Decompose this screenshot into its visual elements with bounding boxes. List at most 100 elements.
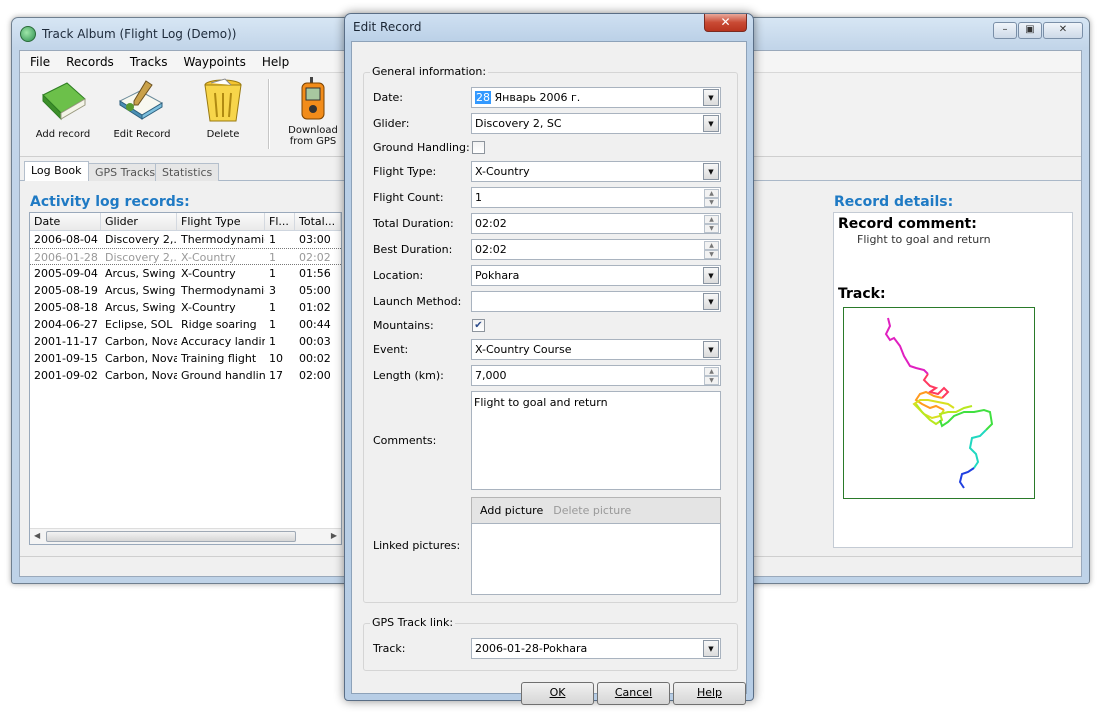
chevron-down-icon[interactable]: ▼ — [703, 163, 719, 180]
activity-log-title: Activity log records: — [30, 194, 190, 210]
minimize-button[interactable]: – — [993, 22, 1017, 39]
chevron-down-icon[interactable]: ▼ — [703, 115, 719, 132]
table-row[interactable]: 2001-09-15 Carbon, Nova Training flight 10 0… — [30, 350, 341, 367]
spin-up-icon[interactable]: ▲ — [704, 189, 719, 198]
gps-track-group-label: GPS Track link: — [370, 616, 456, 629]
spin-up-icon[interactable]: ▲ — [704, 241, 719, 250]
table-row[interactable]: 2004-06-27 Eclipse, SOL Ridge soaring 1 00:4… — [30, 316, 341, 333]
spin-up-icon[interactable]: ▲ — [704, 367, 719, 376]
glider-select[interactable]: Discovery 2, SC ▼ — [471, 113, 721, 134]
menu-help[interactable]: Help — [254, 55, 297, 69]
records-grid[interactable]: Date Glider Flight Type Fl... Total... 2… — [29, 212, 342, 545]
linked-pictures-list[interactable] — [471, 523, 721, 595]
table-cell: 01:56 — [299, 267, 331, 280]
track-heading: Track: — [838, 286, 886, 302]
add-record-label: Add record — [35, 129, 91, 140]
table-cell: 17 — [269, 369, 283, 382]
tab-gps-tracks[interactable]: GPS Tracks — [88, 163, 163, 182]
chevron-down-icon[interactable]: ▼ — [703, 89, 719, 106]
event-select[interactable]: X-Country Course ▼ — [471, 339, 721, 360]
table-row[interactable]: 2006-01-28 Discovery 2,... X-Country 1 02:02 — [30, 248, 341, 265]
launch-method-select[interactable]: ▼ — [471, 291, 721, 312]
column-flight-count[interactable]: Fl... — [265, 213, 295, 230]
chevron-down-icon[interactable]: ▼ — [703, 293, 719, 310]
column-glider[interactable]: Glider — [101, 213, 177, 230]
download-gps-label-line1: Download — [288, 125, 338, 136]
dialog-close-button[interactable]: ✕ — [704, 14, 747, 32]
spin-down-icon[interactable]: ▼ — [704, 376, 719, 385]
add-picture-button[interactable]: Add picture — [480, 504, 543, 517]
table-cell: 2005-08-19 — [34, 284, 98, 297]
ground-handling-checkbox[interactable] — [472, 141, 485, 154]
table-row[interactable]: 2006-08-04 Discovery 2,... Thermodynamic 1 0… — [30, 231, 341, 248]
track-select[interactable]: 2006-01-28-Pokhara ▼ — [471, 638, 721, 659]
location-value: Pokhara — [475, 269, 520, 282]
picture-toolbar: Add picture Delete picture — [471, 497, 721, 524]
chevron-down-icon[interactable]: ▼ — [703, 341, 719, 358]
flight-type-select[interactable]: X-Country ▼ — [471, 161, 721, 182]
table-cell: Arcus, Swing — [105, 284, 176, 297]
ok-button[interactable]: OK — [521, 682, 594, 705]
table-cell: 00:03 — [299, 335, 331, 348]
spin-up-icon[interactable]: ▲ — [704, 215, 719, 224]
scroll-right-icon[interactable]: ▶ — [331, 531, 337, 540]
edit-record-label: Edit Record — [113, 129, 171, 140]
menu-tracks[interactable]: Tracks — [122, 55, 176, 69]
table-row[interactable]: 2001-11-17 Carbon, Nova Accuracy landing 1 0… — [30, 333, 341, 350]
edit-record-button[interactable]: Edit Record — [107, 77, 177, 140]
dialog-client-area: General information: Date: 28 Январь 200… — [351, 41, 747, 705]
table-cell: 1 — [269, 335, 276, 348]
table-row[interactable]: 2001-09-02 Carbon, Nova Ground handling 17 0… — [30, 367, 341, 384]
tab-statistics[interactable]: Statistics — [155, 163, 220, 182]
best-duration-field[interactable]: 02:02 ▲ ▼ — [471, 239, 721, 260]
flight-count-stepper[interactable]: 1 ▲ ▼ — [471, 187, 721, 208]
spin-down-icon[interactable]: ▼ — [704, 198, 719, 207]
column-flight-type[interactable]: Flight Type — [177, 213, 265, 230]
table-cell: 2001-09-02 — [34, 369, 98, 382]
table-row[interactable]: 2005-08-18 Arcus, Swing X-Country 1 01:02 — [30, 299, 341, 316]
date-picker[interactable]: 28 Январь 2006 г. ▼ — [471, 87, 721, 108]
close-button[interactable]: ✕ — [1043, 22, 1083, 39]
scroll-thumb[interactable] — [46, 531, 296, 542]
table-row[interactable]: 2005-08-19 Arcus, Swing Thermodynamic 3 05:0… — [30, 282, 341, 299]
scroll-left-icon[interactable]: ◀ — [34, 531, 40, 540]
window-controls: – ▣ ✕ — [993, 22, 1083, 39]
general-info-label: General information: — [370, 65, 489, 78]
mountains-checkbox[interactable]: ✔ — [472, 319, 485, 332]
tab-log-book[interactable]: Log Book — [24, 161, 89, 182]
cancel-button[interactable]: Cancel — [597, 682, 670, 705]
column-date[interactable]: Date — [30, 213, 101, 230]
chevron-down-icon[interactable]: ▼ — [703, 640, 719, 657]
main-window-title: Track Album (Flight Log (Demo)) — [42, 27, 237, 41]
add-record-button[interactable]: Add record — [28, 77, 98, 140]
table-cell: 2005-08-18 — [34, 301, 98, 314]
spin-down-icon[interactable]: ▼ — [704, 250, 719, 259]
length-field[interactable]: 7,000 ▲ ▼ — [471, 365, 721, 386]
table-cell: Thermodynamic — [181, 284, 265, 297]
table-cell: 03:00 — [299, 233, 331, 246]
track-label: Track: — [373, 642, 406, 655]
column-total-duration[interactable]: Total... — [295, 213, 341, 230]
best-duration-label: Best Duration: — [373, 243, 453, 256]
location-select[interactable]: Pokhara ▼ — [471, 265, 721, 286]
total-duration-field[interactable]: 02:02 ▲ ▼ — [471, 213, 721, 234]
table-cell: Discovery 2,... — [105, 251, 177, 264]
comments-textarea[interactable]: Flight to goal and return — [471, 391, 721, 490]
total-duration-label: Total Duration: — [373, 217, 454, 230]
delete-picture-button[interactable]: Delete picture — [553, 504, 631, 517]
table-cell: Training flight — [181, 352, 257, 365]
menu-waypoints[interactable]: Waypoints — [175, 55, 253, 69]
maximize-button[interactable]: ▣ — [1018, 22, 1042, 39]
table-row[interactable]: 2005-09-04 Arcus, Swing X-Country 1 01:56 — [30, 265, 341, 282]
delete-button[interactable]: Delete — [188, 77, 258, 140]
record-details-title: Record details: — [834, 194, 954, 210]
help-button[interactable]: Help — [673, 682, 746, 705]
download-gps-button[interactable]: Download from GPS — [278, 77, 348, 147]
horizontal-scrollbar[interactable]: ◀ ▶ — [30, 528, 341, 544]
menu-records[interactable]: Records — [58, 55, 122, 69]
table-cell: 1 — [269, 251, 276, 264]
chevron-down-icon[interactable]: ▼ — [703, 267, 719, 284]
spin-down-icon[interactable]: ▼ — [704, 224, 719, 233]
menu-file[interactable]: File — [22, 55, 58, 69]
table-cell: 1 — [269, 267, 276, 280]
